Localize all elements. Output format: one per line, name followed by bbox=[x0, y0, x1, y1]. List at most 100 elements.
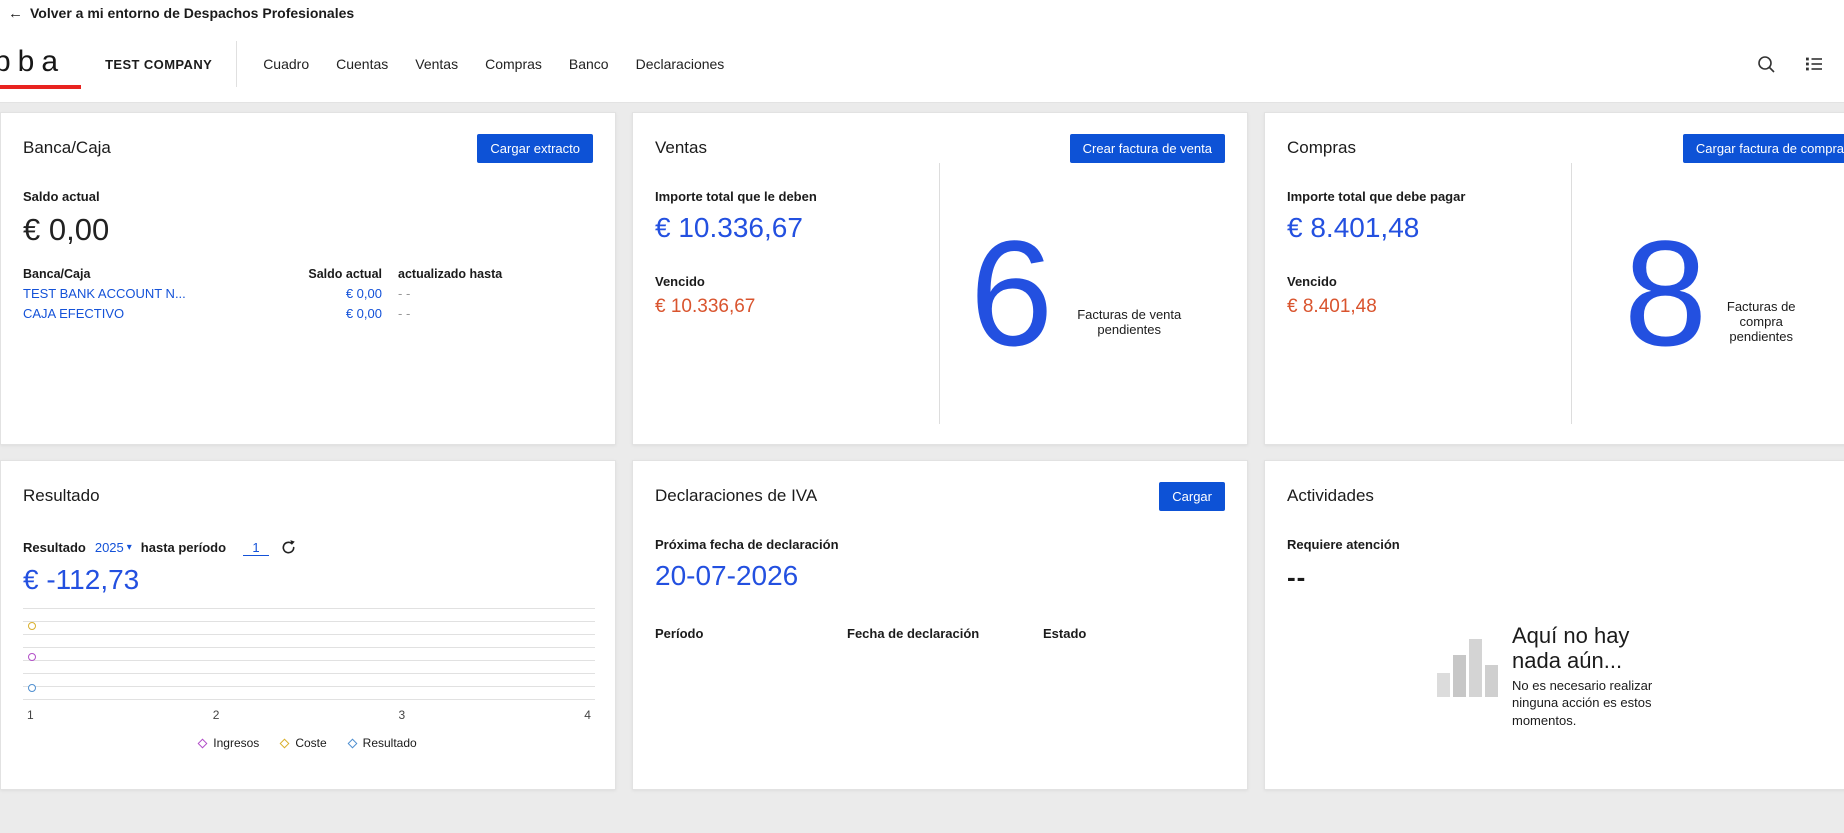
x-tick: 4 bbox=[584, 708, 591, 722]
header-actualizado-hasta: actualizado hasta bbox=[398, 267, 523, 281]
pending-purchases-count: 8 bbox=[1624, 226, 1707, 361]
bar-chart-illustration-icon bbox=[1437, 639, 1498, 697]
legend-label: Resultado bbox=[363, 736, 417, 750]
vencido-label: Vencido bbox=[655, 274, 939, 289]
cargar-declaracion-button[interactable]: Cargar bbox=[1159, 482, 1225, 511]
company-name: TEST COMPANY bbox=[105, 57, 212, 72]
resultado-label: Resultado bbox=[23, 540, 86, 555]
resultado-title: Resultado bbox=[23, 486, 100, 506]
app-logo[interactable]: pba bbox=[0, 37, 81, 91]
period-input[interactable] bbox=[243, 540, 269, 556]
iva-title: Declaraciones de IVA bbox=[655, 486, 817, 506]
resultado-value: € -112,73 bbox=[23, 564, 593, 596]
header-fecha-declaracion: Fecha de declaración bbox=[847, 626, 1043, 641]
bank-account-link[interactable]: TEST BANK ACCOUNT N... bbox=[23, 286, 261, 301]
declaraciones-iva-card: Declaraciones de IVA Cargar Próxima fech… bbox=[632, 460, 1248, 790]
banca-caja-card: Banca/Caja Cargar extracto Saldo actual … bbox=[0, 112, 616, 445]
dashboard-content: Banca/Caja Cargar extracto Saldo actual … bbox=[0, 103, 1844, 790]
legend-item-resultado: Resultado bbox=[349, 736, 417, 750]
legend-label: Ingresos bbox=[213, 736, 259, 750]
pending-purchases-caption: Facturas de compra pendientes bbox=[1717, 299, 1805, 344]
year-select[interactable]: 2025 ▾ bbox=[95, 540, 132, 555]
bank-account-saldo: € 0,00 bbox=[277, 286, 382, 301]
hasta-periodo-label: hasta período bbox=[141, 540, 226, 555]
ventas-title: Ventas bbox=[655, 138, 707, 158]
proxima-fecha-value: 20-07-2026 bbox=[655, 560, 1225, 592]
resultado-controls: Resultado 2025 ▾ hasta período bbox=[23, 539, 593, 556]
back-link[interactable]: ← Volver a mi entorno de Despachos Profe… bbox=[8, 5, 354, 21]
resultado-chart bbox=[23, 608, 595, 702]
nav-item-ventas[interactable]: Ventas bbox=[415, 56, 458, 72]
x-tick: 2 bbox=[213, 708, 220, 722]
diamond-marker-icon bbox=[198, 738, 208, 748]
empty-state-title: Aquí no hay nada aún... bbox=[1512, 623, 1682, 674]
task-list-icon[interactable] bbox=[1804, 54, 1824, 74]
empty-state-subtitle: No es necesario realizar ninguna acción … bbox=[1512, 677, 1702, 730]
chevron-down-icon: ▾ bbox=[127, 542, 132, 553]
coste-point-marker bbox=[28, 622, 36, 630]
main-navbar: pba TEST COMPANY Cuadro Cuentas Ventas C… bbox=[0, 26, 1844, 103]
importe-deben-value: € 10.336,67 bbox=[655, 212, 939, 244]
nav-item-banco[interactable]: Banco bbox=[569, 56, 609, 72]
nav-divider bbox=[236, 41, 237, 87]
nav-item-cuentas[interactable]: Cuentas bbox=[336, 56, 388, 72]
diamond-marker-icon bbox=[280, 738, 290, 748]
nav-item-compras[interactable]: Compras bbox=[485, 56, 542, 72]
header-periodo: Período bbox=[655, 626, 847, 641]
vencido-value: € 10.336,67 bbox=[655, 296, 939, 318]
pending-sales-caption: Facturas de venta pendientes bbox=[1063, 307, 1195, 337]
iva-table-header: Período Fecha de declaración Estado bbox=[655, 626, 1225, 641]
bank-account-row: CAJA EFECTIVO € 0,00 - - bbox=[23, 303, 523, 323]
importe-deben-label: Importe total que le deben bbox=[655, 189, 939, 204]
cargar-extracto-button[interactable]: Cargar extracto bbox=[477, 134, 593, 163]
diamond-marker-icon bbox=[347, 738, 357, 748]
back-arrow-icon: ← bbox=[8, 6, 23, 21]
legend-item-ingresos: Ingresos bbox=[199, 736, 259, 750]
search-icon[interactable] bbox=[1756, 54, 1776, 74]
compras-title: Compras bbox=[1287, 138, 1356, 158]
back-link-label: Volver a mi entorno de Despachos Profesi… bbox=[30, 5, 354, 21]
nav-right-icons bbox=[1756, 54, 1844, 74]
chart-x-axis: 1 2 3 4 bbox=[23, 708, 595, 722]
main-nav: Cuadro Cuentas Ventas Compras Banco Decl… bbox=[263, 56, 724, 72]
bank-account-saldo: € 0,00 bbox=[277, 306, 382, 321]
app-logo-text: pba bbox=[0, 45, 65, 78]
saldo-actual-label: Saldo actual bbox=[23, 189, 593, 204]
ingresos-point-marker bbox=[28, 653, 36, 661]
requiere-atencion-label: Requiere atención bbox=[1287, 537, 1844, 552]
bank-account-actualizado: - - bbox=[398, 306, 523, 321]
bank-account-actualizado: - - bbox=[398, 286, 523, 301]
header-estado: Estado bbox=[1043, 626, 1225, 641]
refresh-icon[interactable] bbox=[280, 539, 297, 556]
vencido-value: € 8.401,48 bbox=[1287, 296, 1571, 318]
resultado-card: Resultado Resultado 2025 ▾ hasta período… bbox=[0, 460, 616, 790]
actividades-title: Actividades bbox=[1287, 486, 1374, 506]
pending-sales-count: 6 bbox=[970, 226, 1053, 361]
importe-pagar-value: € 8.401,48 bbox=[1287, 212, 1571, 244]
importe-pagar-label: Importe total que debe pagar bbox=[1287, 189, 1571, 204]
x-tick: 1 bbox=[27, 708, 34, 722]
bank-account-row: TEST BANK ACCOUNT N... € 0,00 - - bbox=[23, 283, 523, 303]
top-back-bar: ← Volver a mi entorno de Despachos Profe… bbox=[0, 0, 1844, 26]
nav-item-cuadro[interactable]: Cuadro bbox=[263, 56, 309, 72]
banca-caja-title: Banca/Caja bbox=[23, 138, 111, 158]
requiere-atencion-value: -- bbox=[1287, 562, 1844, 593]
bank-account-link[interactable]: CAJA EFECTIVO bbox=[23, 306, 261, 321]
nav-item-declaraciones[interactable]: Declaraciones bbox=[636, 56, 725, 72]
header-saldo-actual: Saldo actual bbox=[277, 267, 382, 281]
header-banca-caja: Banca/Caja bbox=[23, 267, 261, 281]
compras-card: Compras Cargar factura de compra Importe… bbox=[1264, 112, 1844, 445]
actividades-card: Actividades Requiere atención -- Aquí no… bbox=[1264, 460, 1844, 790]
x-tick: 3 bbox=[399, 708, 406, 722]
saldo-actual-value: € 0,00 bbox=[23, 212, 593, 248]
legend-label: Coste bbox=[295, 736, 326, 750]
legend-item-coste: Coste bbox=[281, 736, 326, 750]
resultado-point-marker bbox=[28, 684, 36, 692]
proxima-fecha-label: Próxima fecha de declaración bbox=[655, 537, 1225, 552]
bank-table-header: Banca/Caja Saldo actual actualizado hast… bbox=[23, 264, 523, 283]
chart-legend: Ingresos Coste Resultado bbox=[23, 736, 593, 750]
crear-factura-venta-button[interactable]: Crear factura de venta bbox=[1070, 134, 1225, 163]
year-select-value: 2025 bbox=[95, 540, 124, 555]
cargar-factura-compra-button[interactable]: Cargar factura de compra bbox=[1683, 134, 1844, 163]
ventas-card: Ventas Crear factura de venta Importe to… bbox=[632, 112, 1248, 445]
